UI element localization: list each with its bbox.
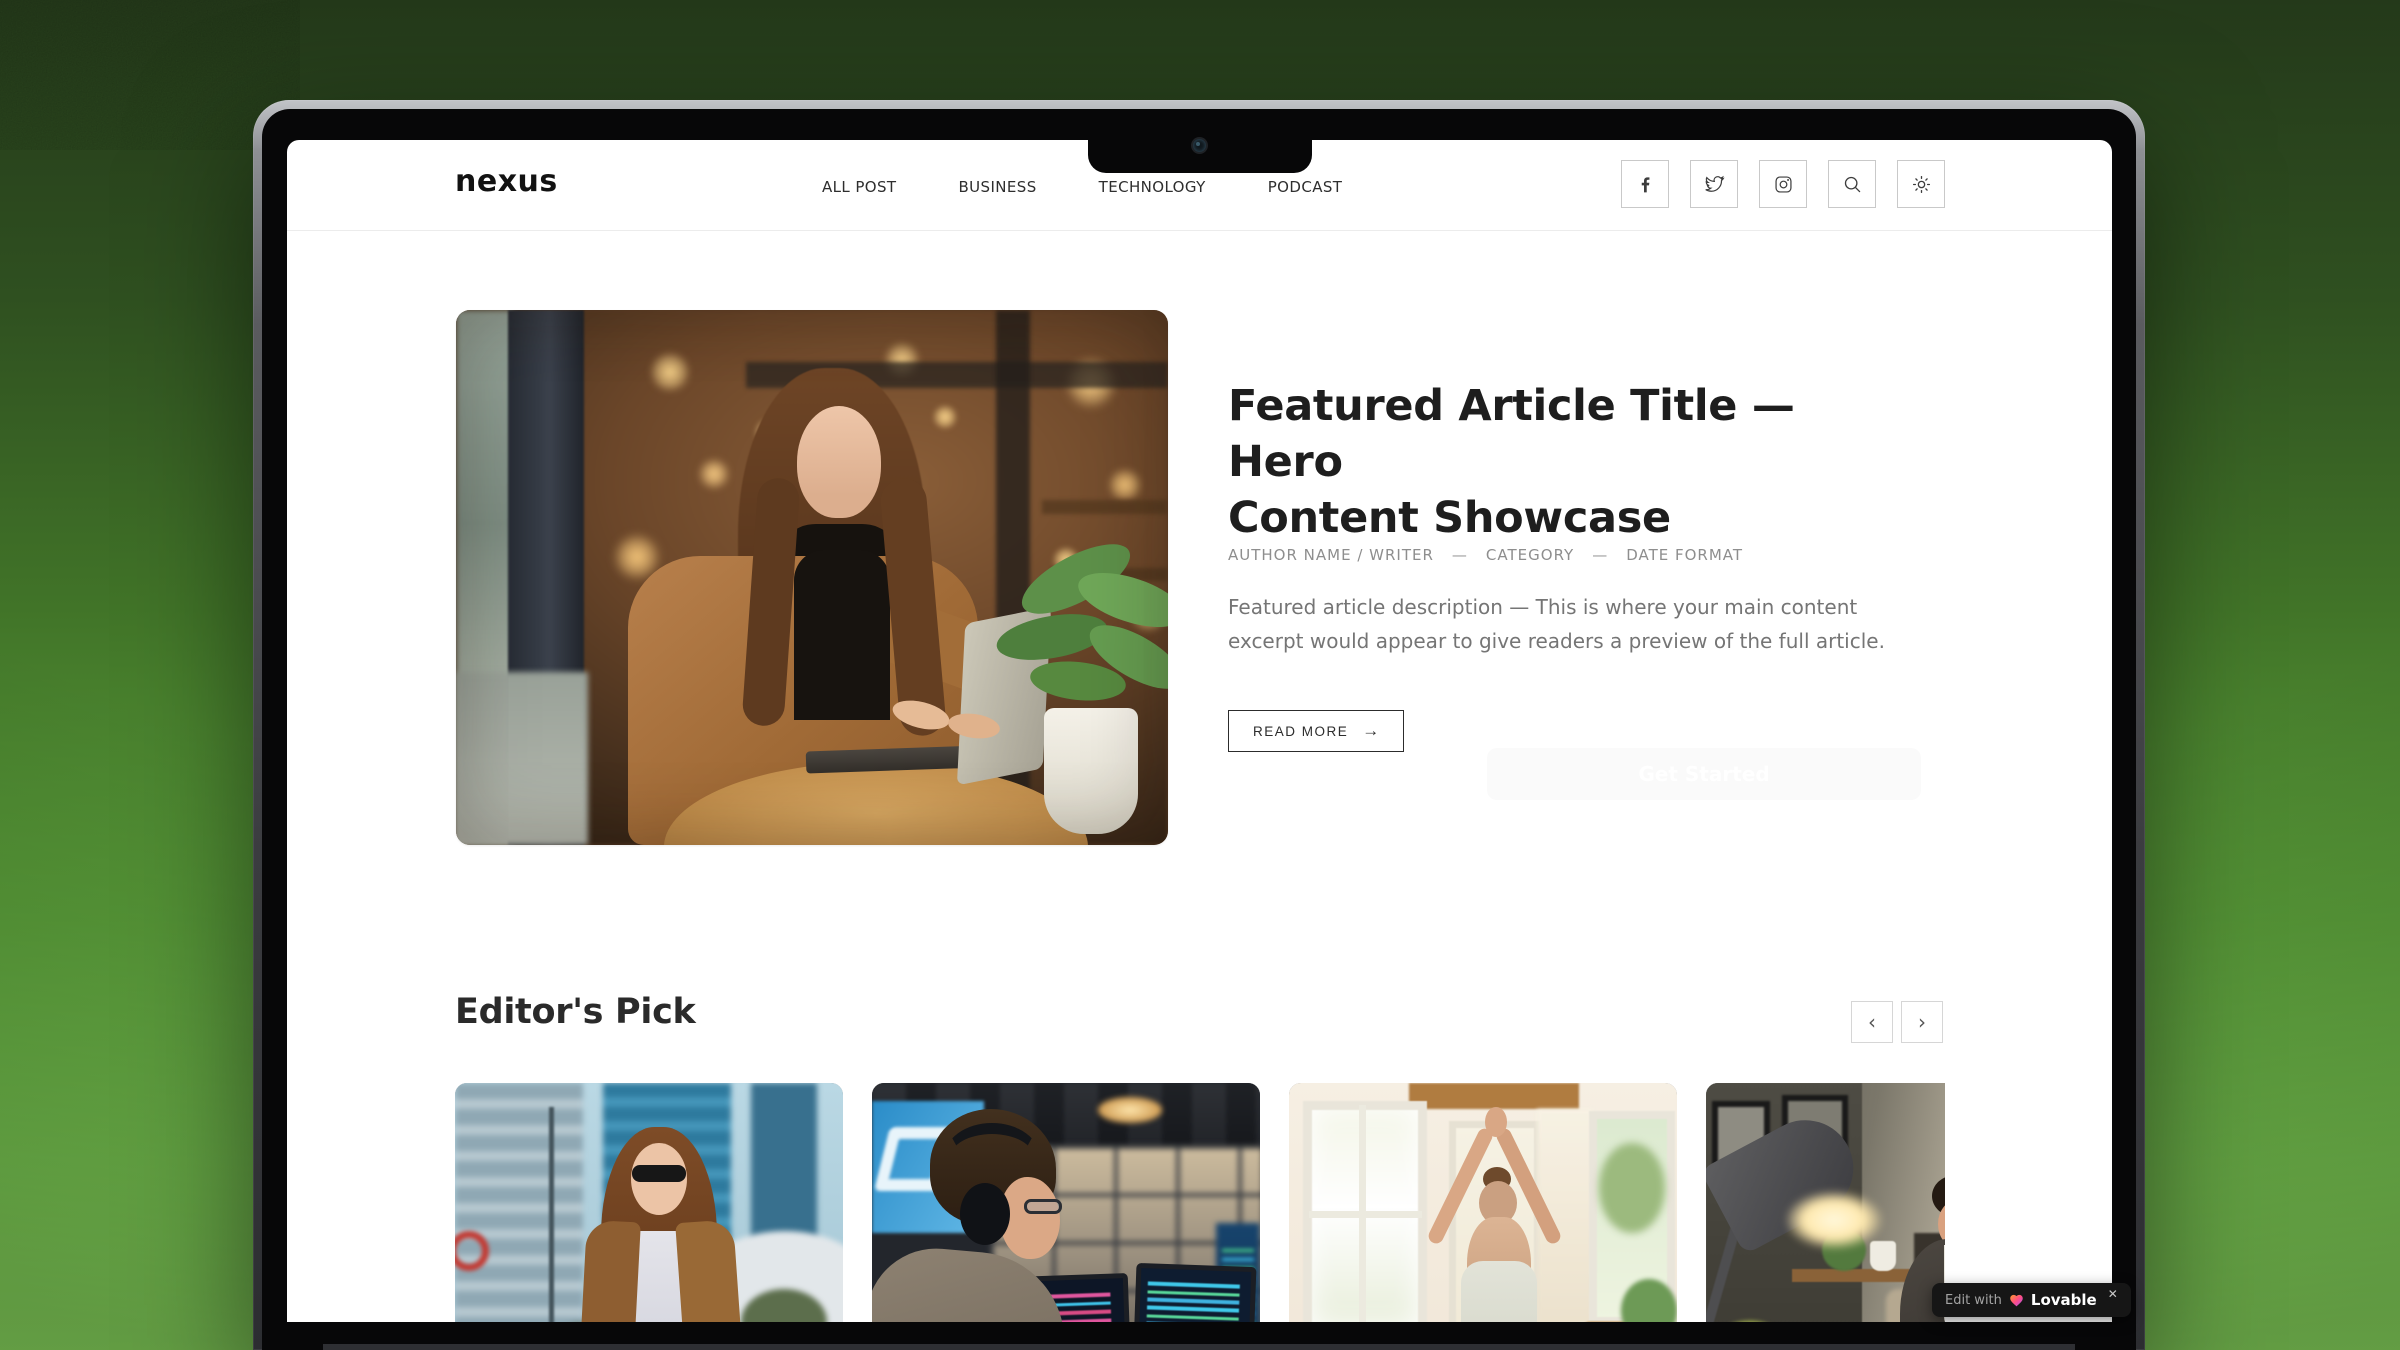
chevron-left-icon: ‹: [1868, 1010, 1876, 1034]
facebook-button[interactable]: [1621, 160, 1669, 208]
editors-pick-card-street-fashion[interactable]: [455, 1083, 843, 1322]
search-button[interactable]: [1828, 160, 1876, 208]
meta-separator: —: [1592, 546, 1608, 564]
glasses: [1024, 1199, 1062, 1214]
badge-brand: Lovable: [2031, 1291, 2097, 1309]
headphone-earcup: [960, 1183, 1010, 1245]
featured-article-image[interactable]: [456, 310, 1168, 845]
facebook-icon: [1635, 174, 1656, 195]
webcam-icon: [1193, 139, 1206, 152]
headphone-band: [944, 1123, 1040, 1193]
yoga-tank-top: [1461, 1261, 1537, 1322]
featured-article-title: Featured Article Title — Hero Content Sh…: [1228, 378, 1868, 546]
yoga-hands: [1485, 1107, 1507, 1137]
header-icon-group: [1621, 160, 1945, 208]
editors-pick-carousel: [455, 1083, 1945, 1322]
carousel-next-button[interactable]: ›: [1901, 1001, 1943, 1043]
read-more-label: READ MORE: [1253, 724, 1348, 739]
theme-toggle-button[interactable]: [1897, 160, 1945, 208]
window-left-mullion: [1309, 1211, 1422, 1218]
lamp-glow: [1786, 1191, 1882, 1249]
read-more-button[interactable]: READ MORE →: [1228, 710, 1404, 752]
hero-image-vignette: [456, 310, 1168, 845]
building-striped: [455, 1083, 583, 1322]
instagram-icon: [1773, 174, 1794, 195]
laptop-hinge: [323, 1344, 2075, 1350]
carousel-prev-button[interactable]: ‹: [1851, 1001, 1893, 1043]
editors-pick-card-yoga[interactable]: [1289, 1083, 1677, 1322]
laptop-mockup: nexus ALL POST BUSINESS TECHNOLOGY PODCA…: [253, 100, 2145, 1350]
nav-item-technology[interactable]: TECHNOLOGY: [1099, 178, 1206, 196]
site-logo[interactable]: nexus: [455, 164, 558, 199]
monitor-center-code: [1144, 1277, 1240, 1322]
nav-item-podcast[interactable]: PODCAST: [1268, 178, 1343, 196]
ceiling-light: [1098, 1097, 1162, 1123]
lovable-heart-icon: [2009, 1293, 2024, 1308]
nav-item-business[interactable]: BUSINESS: [958, 178, 1036, 196]
badge-close-icon[interactable]: ✕: [2108, 1287, 2118, 1301]
article-category[interactable]: CATEGORY: [1486, 546, 1574, 564]
sunglasses: [632, 1165, 686, 1182]
chevron-right-icon: ›: [1918, 1010, 1926, 1034]
wood-ceiling: [1409, 1083, 1579, 1109]
editors-pick-heading: Editor's Pick: [455, 992, 696, 1032]
title-line-1: Featured Article Title — Hero: [1228, 381, 1795, 487]
shelf-pot: [1870, 1241, 1896, 1271]
lamp-pole: [549, 1107, 554, 1322]
instagram-button[interactable]: [1759, 160, 1807, 208]
browser-screen: nexus ALL POST BUSINESS TECHNOLOGY PODCA…: [287, 140, 2112, 1322]
header-divider: [287, 230, 2112, 231]
webcam-glint: [1196, 142, 1200, 146]
arrow-right-icon: →: [1362, 721, 1379, 741]
ghost-button-label: Get Started: [1638, 762, 1769, 786]
twitter-button[interactable]: [1690, 160, 1738, 208]
stage: nexus ALL POST BUSINESS TECHNOLOGY PODCA…: [0, 0, 2400, 1350]
article-date: DATE FORMAT: [1626, 546, 1743, 564]
article-excerpt: Featured article description — This is w…: [1228, 590, 1888, 658]
editors-pick-card-home-office[interactable]: [1706, 1083, 1945, 1322]
main-nav: ALL POST BUSINESS TECHNOLOGY PODCAST: [822, 178, 1342, 196]
sun-icon: [1911, 174, 1932, 195]
laptop-notch: [1088, 109, 1312, 173]
meta-separator: —: [1452, 546, 1468, 564]
article-meta: AUTHOR NAME / WRITER — CATEGORY — DATE F…: [1228, 546, 1743, 564]
edit-with-lovable-badge[interactable]: Edit with Lovable ✕: [1932, 1283, 2131, 1317]
badge-prefix: Edit with: [1945, 1293, 2002, 1308]
nav-item-all-post[interactable]: ALL POST: [822, 178, 896, 196]
ghost-get-started-button[interactable]: Get Started: [1487, 748, 1921, 800]
search-icon: [1842, 174, 1863, 195]
editors-pick-card-developer[interactable]: [872, 1083, 1260, 1322]
twitter-icon: [1704, 174, 1725, 195]
window-right-greenery: [1599, 1143, 1665, 1233]
title-line-2: Content Showcase: [1228, 493, 1671, 543]
author-name[interactable]: AUTHOR NAME / WRITER: [1228, 546, 1434, 564]
